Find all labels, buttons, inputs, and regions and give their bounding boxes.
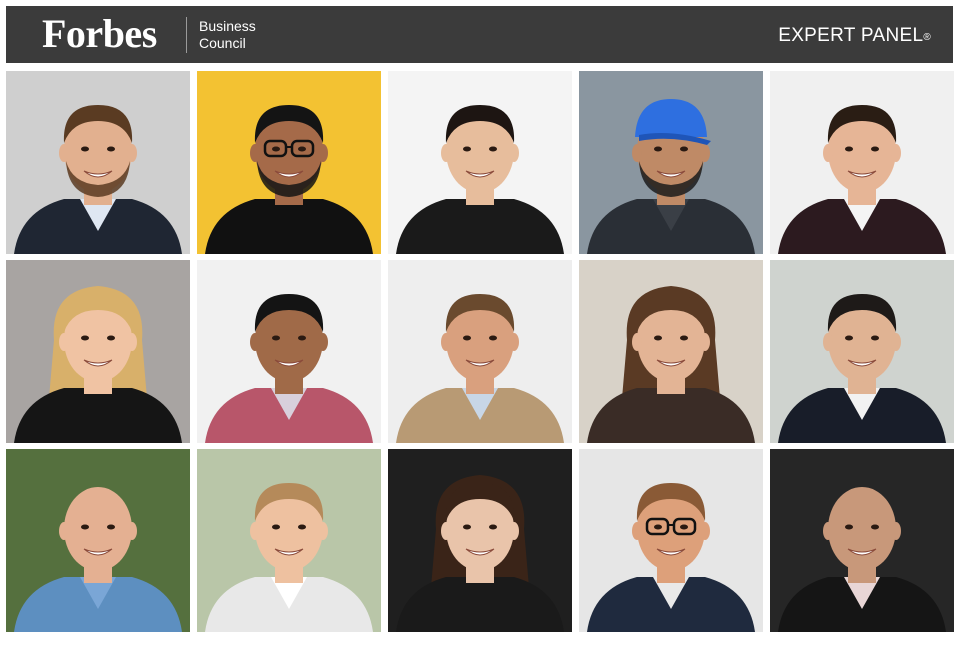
eye: [871, 146, 879, 152]
portrait-photo: [6, 71, 190, 254]
ear: [632, 522, 642, 540]
ear: [891, 333, 901, 351]
portrait-photo: [770, 449, 954, 632]
eye: [654, 335, 662, 341]
expert-panel-label: EXPERT PANEL®: [778, 25, 931, 49]
eye: [107, 146, 115, 152]
ear: [509, 144, 519, 162]
eye: [845, 335, 853, 341]
portrait-photo: [197, 449, 381, 632]
ear: [441, 144, 451, 162]
eye: [298, 335, 306, 341]
portrait-grid: [6, 71, 954, 632]
eye: [107, 524, 115, 530]
ear: [127, 144, 137, 162]
eye: [81, 146, 89, 152]
portrait-photo: [579, 449, 763, 632]
eye: [272, 524, 280, 530]
eye: [272, 335, 280, 341]
eye: [654, 524, 662, 530]
expert-panel-text: EXPERT PANEL: [778, 25, 924, 46]
eye: [298, 146, 306, 152]
portrait-photo: [388, 260, 572, 443]
ear: [823, 144, 833, 162]
eye: [845, 146, 853, 152]
eye: [489, 524, 497, 530]
logo-divider: [186, 17, 187, 53]
ear: [441, 333, 451, 351]
eye: [463, 335, 471, 341]
eye: [680, 524, 688, 530]
ear: [250, 144, 260, 162]
eye: [489, 335, 497, 341]
eye: [871, 524, 879, 530]
eye: [463, 146, 471, 152]
portrait-photo: [197, 260, 381, 443]
registered-mark: ®: [923, 32, 931, 43]
ear: [318, 333, 328, 351]
ear: [59, 333, 69, 351]
ear: [441, 522, 451, 540]
eye: [81, 524, 89, 530]
ear: [823, 333, 833, 351]
ear: [891, 522, 901, 540]
ear: [509, 522, 519, 540]
portrait-photo: [770, 71, 954, 254]
portrait-photo: [579, 260, 763, 443]
eye: [680, 335, 688, 341]
portrait-photo: [6, 260, 190, 443]
eye: [107, 335, 115, 341]
ear: [59, 144, 69, 162]
ear: [318, 144, 328, 162]
portrait-photo: [6, 449, 190, 632]
ear: [127, 522, 137, 540]
council-line-2: Council: [199, 35, 246, 51]
eye: [298, 524, 306, 530]
eye: [680, 146, 688, 152]
portrait-photo: [579, 71, 763, 254]
portrait-photo: [388, 449, 572, 632]
ear: [823, 522, 833, 540]
eye: [845, 524, 853, 530]
ear: [59, 522, 69, 540]
portrait-photo: [770, 260, 954, 443]
ear: [891, 144, 901, 162]
eye: [489, 146, 497, 152]
portrait-photo: [388, 71, 572, 254]
eye: [463, 524, 471, 530]
portrait-photo: [197, 71, 381, 254]
ear: [700, 522, 710, 540]
ear: [632, 144, 642, 162]
ear: [509, 333, 519, 351]
forbes-logo: Forbes: [42, 11, 157, 56]
face: [828, 487, 896, 571]
ear: [250, 333, 260, 351]
ear: [632, 333, 642, 351]
face: [64, 487, 132, 571]
council-line-1: Business: [199, 18, 256, 34]
ear: [700, 144, 710, 162]
eye: [272, 146, 280, 152]
eye: [654, 146, 662, 152]
business-council-label: Business Council: [199, 18, 256, 52]
eye: [871, 335, 879, 341]
ear: [318, 522, 328, 540]
ear: [250, 522, 260, 540]
ear: [700, 333, 710, 351]
eye: [81, 335, 89, 341]
header-banner: Forbes Business Council EXPERT PANEL®: [6, 6, 953, 63]
ear: [127, 333, 137, 351]
